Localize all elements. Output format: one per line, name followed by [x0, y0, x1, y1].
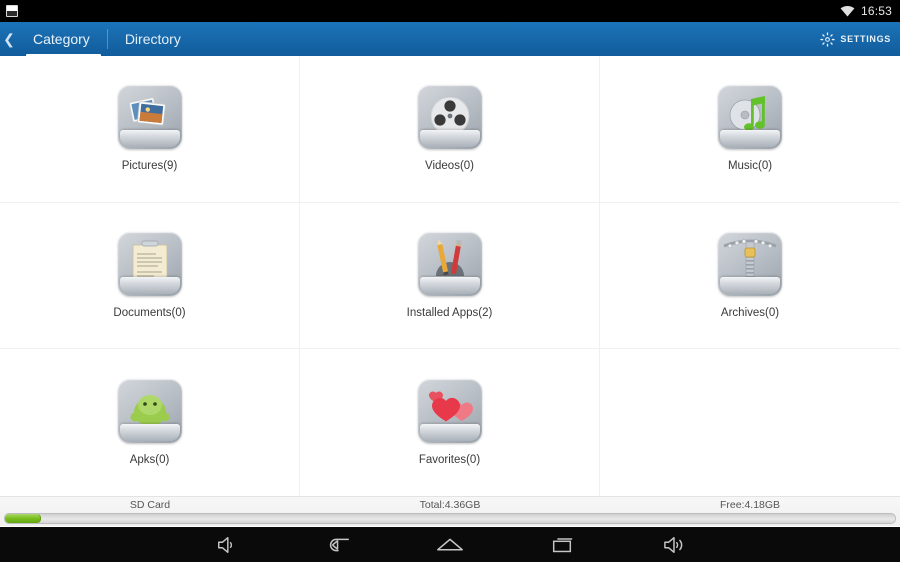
volume-down-button[interactable] [200, 527, 252, 562]
tab-directory[interactable]: Directory [108, 22, 198, 56]
category-label: Apks(0) [129, 454, 170, 467]
chevron-left-icon[interactable]: ❮ [0, 22, 16, 56]
wifi-icon [840, 5, 855, 17]
recents-icon [552, 537, 573, 552]
category-item-apks[interactable]: Apks(0) [0, 349, 300, 496]
category-item-videos[interactable]: Videos(0) [300, 56, 600, 203]
settings-button[interactable]: SETTINGS [820, 31, 891, 47]
installed-apps-icon [417, 231, 482, 296]
category-label: Documents(0) [113, 306, 186, 319]
volume-up-icon [664, 536, 683, 553]
category-label: Videos(0) [424, 160, 474, 173]
storage-labels: SD Card Total:4.36GB Free:4.18GB [0, 497, 900, 513]
apks-icon [117, 379, 182, 444]
home-button[interactable] [424, 527, 476, 562]
category-item-pictures[interactable]: Pictures(9) [0, 56, 300, 203]
category-grid: Pictures(9) Videos(0) Music(0) Documents… [0, 56, 900, 496]
tab-category[interactable]: Category [16, 22, 107, 66]
back-icon [329, 538, 349, 551]
storage-free-label: Free:4.18GB [719, 499, 781, 511]
category-grid-empty-cell [600, 349, 900, 496]
favorites-icon [417, 379, 482, 444]
tab-category-label: Category [33, 31, 90, 47]
home-icon [437, 538, 463, 550]
category-label: Installed Apps(2) [406, 306, 493, 319]
recents-button[interactable] [536, 527, 588, 562]
storage-progress-fill [5, 514, 41, 523]
screenshot-icon [6, 5, 18, 17]
videos-icon [417, 85, 482, 150]
back-button[interactable] [312, 527, 364, 562]
storage-total-label: Total:4.36GB [419, 499, 481, 511]
gear-icon [820, 31, 836, 47]
category-label: Archives(0) [720, 306, 780, 319]
storage-status-bar: SD Card Total:4.36GB Free:4.18GB [0, 496, 900, 526]
music-icon [718, 85, 782, 150]
storage-progress-bar [4, 513, 896, 524]
category-item-favorites[interactable]: Favorites(0) [300, 349, 600, 496]
category-item-documents[interactable]: Documents(0) [0, 202, 300, 350]
category-item-installed-apps[interactable]: Installed Apps(2) [300, 202, 600, 350]
file-manager-screen: 16:53 ❮ Category Directory SETTINGS Pict… [0, 0, 900, 562]
category-item-archives[interactable]: Archives(0) [600, 203, 900, 350]
status-bar-notifications [6, 5, 18, 17]
archives-icon [718, 231, 782, 296]
volume-down-icon [218, 536, 233, 553]
category-label: Music(0) [727, 160, 773, 173]
tab-bar: Category Directory [16, 22, 198, 66]
android-navigation-bar [0, 527, 900, 562]
settings-label: SETTINGS [840, 34, 891, 44]
android-status-bar: 16:53 [0, 0, 900, 22]
volume-up-button[interactable] [648, 527, 700, 562]
status-bar-system: 16:53 [840, 4, 892, 18]
category-item-music[interactable]: Music(0) [600, 56, 900, 203]
app-action-bar: ❮ Category Directory SETTINGS [0, 22, 900, 66]
documents-icon [117, 231, 182, 296]
category-label: Favorites(0) [418, 454, 481, 467]
pictures-icon [117, 85, 182, 150]
storage-device-label: SD Card [129, 499, 171, 511]
status-bar-clock: 16:53 [860, 4, 892, 18]
tab-directory-label: Directory [124, 31, 181, 47]
category-label: Pictures(9) [121, 160, 178, 173]
